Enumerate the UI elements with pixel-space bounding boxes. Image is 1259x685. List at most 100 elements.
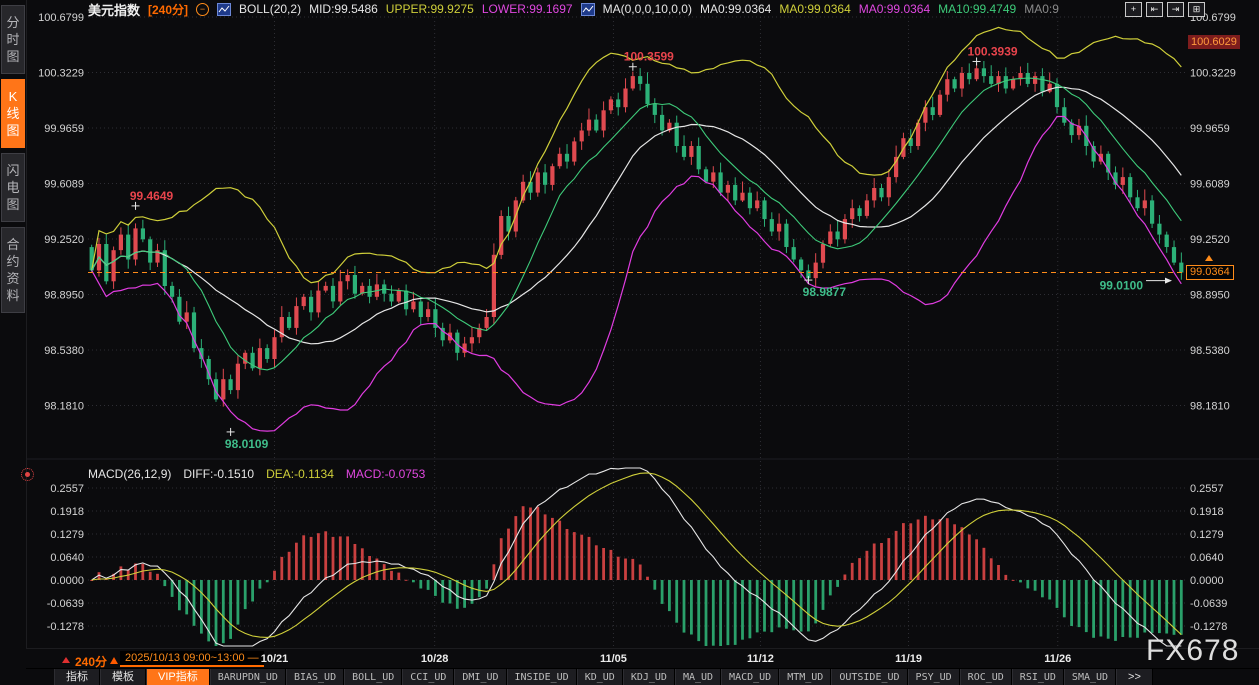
candle-body <box>836 232 840 240</box>
candle-body <box>272 337 276 359</box>
macd-histogram-bar <box>324 531 327 580</box>
y-axis-label: 99.6089 <box>44 178 84 190</box>
candle-body <box>572 141 576 161</box>
macd-histogram-bar <box>361 548 364 580</box>
macd-histogram-bar <box>800 580 803 632</box>
period-label[interactable]: [240分] <box>148 1 188 18</box>
toolbar-button-kd-ud[interactable]: KD_UD <box>577 669 623 685</box>
macd-histogram-bar <box>887 538 890 580</box>
toolbar-button-rsi-ud[interactable]: RSI_UD <box>1012 669 1064 685</box>
move-icon[interactable]: + <box>1125 2 1142 17</box>
candle-body <box>346 275 350 281</box>
candle-body <box>536 172 540 192</box>
macd-histogram-bar <box>412 580 415 582</box>
candle-body <box>631 76 635 88</box>
toolbar-button-指标[interactable]: 指标 <box>54 669 100 685</box>
macd-axis-label: 0.0640 <box>50 552 84 564</box>
macd-histogram-bar <box>851 563 854 580</box>
toolbar-button-psy-ud[interactable]: PSY_UD <box>908 669 960 685</box>
toolbar-button--[interactable]: >> <box>1116 669 1153 685</box>
toolbar-button-macd-ud[interactable]: MACD_UD <box>721 669 779 685</box>
toolbar-button-barupdn-ud[interactable]: BARUPDN_UD <box>210 669 286 685</box>
indicator-toolbar: 指标模板VIP指标BARUPDN_UDBIAS_UDBOLL_UDCCI_UDD… <box>26 668 1259 685</box>
ma-value: MA0:99.0364 <box>700 2 771 16</box>
sidebar-tab-time-chart[interactable]: 分时图 <box>1 5 25 74</box>
macd-histogram-bar <box>302 535 305 580</box>
candle-body <box>879 188 883 197</box>
toolbar-button-mtm-ud[interactable]: MTM_UD <box>779 669 831 685</box>
candle-body <box>426 309 430 317</box>
macd-settings-icon[interactable] <box>21 468 34 481</box>
collapse-icon[interactable]: − <box>196 3 209 16</box>
toolbar-button-bias-ud[interactable]: BIAS_UD <box>286 669 344 685</box>
pan-right-icon[interactable]: ⇥ <box>1167 2 1184 17</box>
macd-histogram-bar <box>924 516 927 580</box>
boll-mid-line <box>92 87 1182 344</box>
session-high-badge: 100.6029 <box>1188 35 1240 49</box>
toolbar-button-inside-ud[interactable]: INSIDE_UD <box>507 669 577 685</box>
macd-histogram-bar <box>478 580 481 597</box>
toolbar-button-kdj-ud[interactable]: KDJ_UD <box>623 669 675 685</box>
scroll-marker-icon[interactable] <box>62 657 70 663</box>
toolbar-button-sma-ud[interactable]: SMA_UD <box>1064 669 1116 685</box>
candle-body <box>821 244 825 263</box>
candle-body <box>1011 79 1015 88</box>
toolbar-button-vip指标[interactable]: VIP指标 <box>146 669 210 685</box>
sidebar-tab-kline-chart[interactable]: K线图 <box>1 79 25 148</box>
candle-body <box>185 312 189 321</box>
candle-body <box>967 73 971 79</box>
macd-histogram-bar <box>1100 580 1103 637</box>
chart-canvas[interactable]: 100.6799100.6799100.3229100.322999.96599… <box>0 0 1259 685</box>
macd-histogram-bar <box>295 543 298 580</box>
macd-axis-label: 0.1279 <box>50 529 84 541</box>
ma-indicator-icon[interactable] <box>581 3 595 16</box>
candle-body <box>170 286 174 297</box>
macd-histogram-bar <box>719 580 722 646</box>
macd-histogram-bar <box>346 536 349 580</box>
boll-mid-value: MID:99.5486 <box>309 2 378 16</box>
candle-body <box>1165 235 1169 247</box>
candle-body <box>799 260 803 271</box>
candle-body <box>602 110 606 130</box>
candle-body <box>485 317 489 328</box>
toolbar-button-cci-ud[interactable]: CCI_UD <box>402 669 454 685</box>
macd-header: MACD(26,12,9) DIFF:-0.1510 DEA:-0.1134 M… <box>88 467 425 481</box>
macd-histogram-bar <box>1063 580 1066 617</box>
toolbar-button-ma-ud[interactable]: MA_UD <box>675 669 721 685</box>
macd-histogram-bar <box>814 580 817 623</box>
candle-body <box>229 379 233 390</box>
macd-histogram-bar <box>983 548 986 580</box>
candle-body <box>1150 200 1154 223</box>
y-axis-label: 99.2520 <box>44 234 84 246</box>
sidebar-tab-contract-info[interactable]: 合约资料 <box>1 227 25 313</box>
macd-title: MACD(26,12,9) <box>88 467 171 481</box>
toolbar-spacer <box>26 669 54 685</box>
candle-body <box>711 172 715 181</box>
y-axis-label: 100.6799 <box>38 12 84 24</box>
macd-histogram-bar <box>317 533 320 580</box>
macd-histogram-bar <box>1041 580 1044 597</box>
macd-histogram-bar <box>705 580 708 646</box>
candle-body <box>623 89 627 108</box>
candle-body <box>1135 197 1139 208</box>
toolbar-button-boll-ud[interactable]: BOLL_UD <box>344 669 402 685</box>
macd-histogram-bar <box>383 564 386 580</box>
boll-indicator-icon[interactable] <box>217 3 231 16</box>
toolbar-button-roc-ud[interactable]: ROC_UD <box>960 669 1012 685</box>
candle-body <box>1143 200 1147 208</box>
candle-body <box>338 281 342 301</box>
candle-body <box>1062 107 1066 123</box>
candle-body <box>762 200 766 219</box>
macd-histogram-bar <box>602 548 605 580</box>
sidebar-tab-flash-chart[interactable]: 闪电图 <box>1 153 25 222</box>
toolbar-button-模板[interactable]: 模板 <box>100 669 146 685</box>
pan-left-icon[interactable]: ⇤ <box>1146 2 1163 17</box>
macd-histogram-bar <box>1034 580 1037 591</box>
macd-histogram-bar <box>727 580 730 645</box>
candle-body <box>616 99 620 107</box>
toolbar-button-dmi-ud[interactable]: DMI_UD <box>454 669 506 685</box>
candle-body <box>419 302 423 318</box>
toolbar-button-outside-ud[interactable]: OUTSIDE_UD <box>831 669 907 685</box>
export-icon[interactable]: ⊞ <box>1188 2 1205 17</box>
candle-body <box>287 317 291 328</box>
